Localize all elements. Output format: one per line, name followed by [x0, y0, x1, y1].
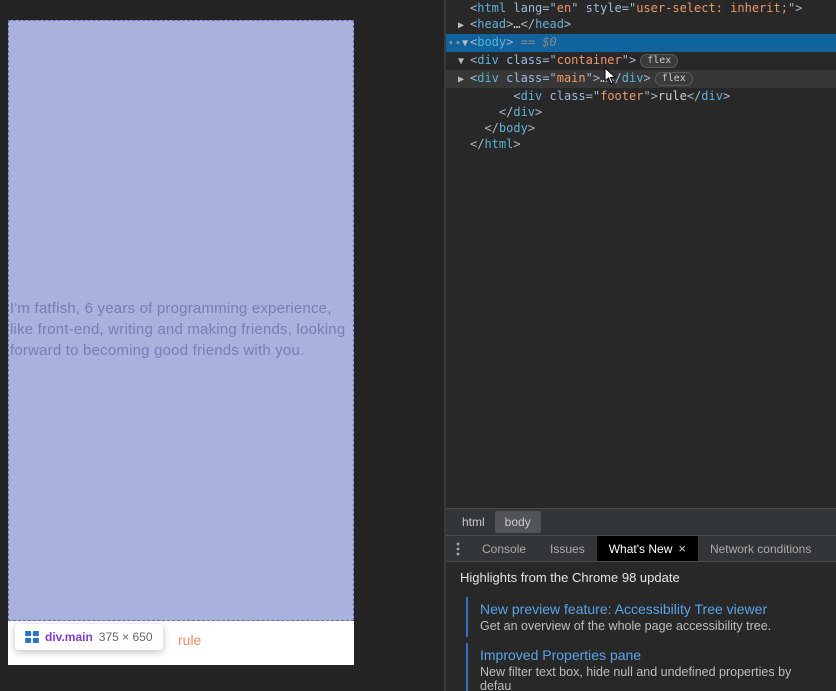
dom-node-container[interactable]: ▼<div class="container">flex: [446, 52, 836, 70]
elements-breadcrumb: html body: [446, 508, 836, 536]
layout-flex-icon: [25, 631, 39, 643]
dom-node-html[interactable]: <html lang="en" style="user-select: inhe…: [446, 0, 836, 16]
dom-node-close-div[interactable]: </div>: [446, 104, 836, 120]
collapse-triangle-icon[interactable]: ▼: [458, 54, 468, 70]
drawer-more-icon[interactable]: [446, 536, 470, 561]
drawer-whats-new: Highlights from the Chrome 98 update New…: [446, 562, 836, 691]
tab-console[interactable]: Console: [470, 536, 538, 561]
tab-issues[interactable]: Issues: [538, 536, 597, 561]
tooltip-dimensions: 375 × 650: [99, 630, 153, 644]
element-inspect-tooltip: div.main 375 × 650: [15, 624, 163, 650]
expand-triangle-icon[interactable]: ▶: [458, 18, 468, 34]
dom-node-head[interactable]: ▶<head>…</head>: [446, 16, 836, 34]
whats-new-card-subtitle: New filter text box, hide null and undef…: [480, 665, 826, 691]
flex-badge[interactable]: flex: [655, 72, 693, 86]
whats-new-card[interactable]: New preview feature: Accessibility Tree …: [466, 597, 826, 637]
whats-new-card-title: New preview feature: Accessibility Tree …: [480, 601, 826, 617]
close-icon[interactable]: ×: [678, 541, 686, 556]
breadcrumb-html[interactable]: html: [452, 511, 495, 533]
expand-triangle-icon[interactable]: ▶: [458, 72, 468, 88]
breadcrumb-body[interactable]: body: [495, 511, 541, 533]
preview-footer-text: rule: [178, 632, 201, 648]
dom-node-close-html[interactable]: </html>: [446, 136, 836, 152]
selected-dots-icon: •••: [446, 36, 462, 52]
flex-badge[interactable]: flex: [640, 54, 678, 68]
whats-new-card-subtitle: Get an overview of the whole page access…: [480, 619, 826, 633]
dom-node-body[interactable]: •••▼<body> == $0: [446, 34, 836, 52]
whats-new-heading: Highlights from the Chrome 98 update: [446, 562, 836, 593]
dom-node-close-body[interactable]: </body>: [446, 120, 836, 136]
tab-network-conditions[interactable]: Network conditions: [698, 536, 823, 561]
elements-dom-tree[interactable]: <html lang="en" style="user-select: inhe…: [446, 0, 836, 508]
tooltip-selector: div.main: [45, 630, 93, 644]
drawer-tabstrip: Console Issues What's New× Network condi…: [446, 536, 836, 562]
dom-node-footer[interactable]: <div class="footer">rule</div>: [446, 88, 836, 104]
preview-main-text: I'm fatfish, 6 years of programming expe…: [10, 298, 352, 361]
rendered-preview: I'm fatfish, 6 years of programming expe…: [8, 20, 354, 665]
whats-new-card[interactable]: Improved Properties pane New filter text…: [466, 643, 826, 691]
dom-node-main[interactable]: ▶<div class="main">…</div>flex: [446, 70, 836, 88]
whats-new-card-title: Improved Properties pane: [480, 647, 826, 663]
tab-whats-new[interactable]: What's New×: [597, 536, 698, 561]
collapse-triangle-icon[interactable]: ▼: [462, 36, 468, 52]
